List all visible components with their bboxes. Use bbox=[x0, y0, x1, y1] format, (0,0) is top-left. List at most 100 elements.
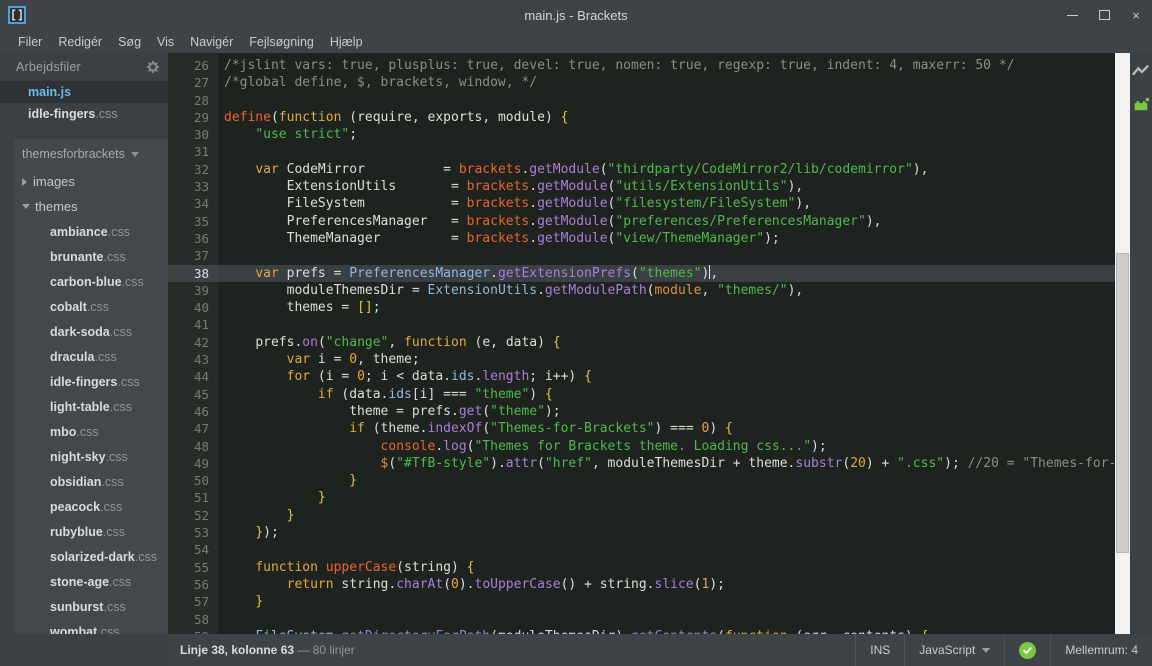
tree-file-item[interactable]: ambiance .css bbox=[14, 219, 168, 244]
code-token: { bbox=[724, 421, 733, 437]
code-line[interactable]: prefs.on("change", function (e, data) { bbox=[218, 334, 1130, 351]
code-line[interactable] bbox=[218, 316, 1130, 333]
code-token: ; i++) bbox=[529, 369, 585, 385]
tree-file-item[interactable]: rubyblue .css bbox=[14, 519, 168, 544]
tree-file-item[interactable]: dark-soda .css bbox=[14, 319, 168, 344]
close-button[interactable]: × bbox=[1120, 0, 1152, 30]
code-line[interactable]: if (theme.indexOf("Themes-for-Brackets")… bbox=[218, 420, 1130, 437]
code-line[interactable]: theme = prefs.get("theme"); bbox=[218, 403, 1130, 420]
menu-item-filer[interactable]: Filer bbox=[10, 32, 50, 52]
code-token: { bbox=[560, 109, 569, 125]
tree-file-item[interactable]: solarized-dark .css bbox=[14, 544, 168, 569]
code-line[interactable]: ThemeManager = brackets.getModule("view/… bbox=[218, 230, 1130, 247]
code-line[interactable]: /*jslint vars: true, plusplus: true, dev… bbox=[218, 57, 1130, 74]
tree-file-item[interactable]: carbon-blue .css bbox=[14, 269, 168, 294]
code-line[interactable]: var prefs = PreferencesManager.getExtens… bbox=[218, 264, 1130, 282]
code-line[interactable]: PreferencesManager = brackets.getModule(… bbox=[218, 213, 1130, 230]
code-line[interactable]: for (i = 0; i < data.ids.length; i++) { bbox=[218, 368, 1130, 385]
code-line[interactable]: ExtensionUtils = brackets.getModule("uti… bbox=[218, 178, 1130, 195]
menu-item-fejlsøgning[interactable]: Fejlsøgning bbox=[241, 32, 322, 52]
code-line[interactable]: FileSystem = brackets.getModule("filesys… bbox=[218, 195, 1130, 212]
code-line[interactable] bbox=[218, 247, 1130, 264]
line-number: 47 bbox=[193, 421, 209, 437]
editor-vertical-scrollbar[interactable] bbox=[1115, 53, 1130, 634]
code-token: "view/ThemeManager" bbox=[615, 230, 765, 246]
tree-file-item[interactable]: night-sky .css bbox=[14, 444, 168, 469]
code-line[interactable]: "use strict"; bbox=[218, 126, 1130, 143]
code-line[interactable]: var CodeMirror = brackets.getModule("thi… bbox=[218, 161, 1130, 178]
indent-setting[interactable]: Mellemrum: 4 bbox=[1050, 634, 1152, 666]
code-token: ( bbox=[482, 421, 491, 437]
code-line[interactable]: return string.charAt(0).toUpperCase() + … bbox=[218, 576, 1130, 593]
tree-file-item[interactable]: wombat .css bbox=[14, 619, 168, 635]
insert-mode-indicator[interactable]: INS bbox=[855, 634, 904, 666]
chevron-right-icon[interactable] bbox=[22, 177, 27, 186]
minimize-button[interactable] bbox=[1056, 0, 1088, 30]
code-line[interactable]: themes = []; bbox=[218, 299, 1130, 316]
working-files-list: main.js idle-fingers .css bbox=[0, 81, 168, 129]
code-token: "Themes-for-Brackets" bbox=[490, 421, 655, 437]
tree-file-item[interactable]: idle-fingers .css bbox=[14, 369, 168, 394]
code-line[interactable] bbox=[218, 541, 1130, 558]
code-line[interactable]: /*global define, $, brackets, window, */ bbox=[218, 74, 1130, 91]
code-line[interactable] bbox=[218, 92, 1130, 109]
sidebar: Arbejdsfiler main.js idle-fingers .css the… bbox=[0, 53, 168, 634]
line-number: 32 bbox=[193, 161, 209, 177]
line-number: 27 bbox=[193, 75, 209, 91]
code-text[interactable]: /*jslint vars: true, plusplus: true, dev… bbox=[218, 53, 1130, 634]
line-number: 48 bbox=[193, 438, 209, 454]
menu-item-hjælp[interactable]: Hjælp bbox=[322, 32, 371, 52]
code-token: (i = bbox=[310, 369, 358, 385]
code-line[interactable]: } bbox=[218, 489, 1130, 506]
tree-file-item[interactable]: mbo .css bbox=[14, 419, 168, 444]
tree-folder-images[interactable]: images bbox=[14, 169, 168, 194]
menu-item-redigér[interactable]: Redigér bbox=[50, 32, 110, 52]
code-line[interactable]: if (data.ids[i] === "theme") { bbox=[218, 386, 1130, 403]
file-extension: .css bbox=[94, 349, 117, 364]
code-line[interactable]: $("#TfB-style").attr("href", moduleTheme… bbox=[218, 455, 1130, 472]
tree-file-item[interactable]: cobalt .css bbox=[14, 294, 168, 319]
tree-file-item[interactable]: obsidian .css bbox=[14, 469, 168, 494]
code-line[interactable]: console.log("Themes for Brackets theme. … bbox=[218, 438, 1130, 455]
code-token: ( bbox=[537, 455, 545, 471]
language-selector[interactable]: JavaScript bbox=[904, 634, 1004, 666]
code-token: , moduleThemesDir + theme. bbox=[591, 455, 796, 471]
working-file-item[interactable]: idle-fingers .css bbox=[0, 103, 168, 125]
menu-item-vis[interactable]: Vis bbox=[149, 32, 182, 52]
tree-folder-themes[interactable]: themes bbox=[14, 194, 168, 219]
working-file-item[interactable]: main.js bbox=[0, 81, 168, 103]
code-line[interactable]: } bbox=[218, 593, 1130, 610]
cursor-position-main: Linje 38, kolonne 63 bbox=[180, 643, 295, 657]
code-line[interactable]: }); bbox=[218, 524, 1130, 541]
gear-icon[interactable] bbox=[146, 60, 160, 74]
code-token: ), bbox=[787, 179, 804, 195]
lint-status[interactable] bbox=[1004, 634, 1050, 666]
code-line[interactable]: } bbox=[218, 507, 1130, 524]
tree-file-item[interactable]: peacock .css bbox=[14, 494, 168, 519]
project-header[interactable]: themesforbrackets bbox=[14, 139, 168, 169]
menu-item-navigér[interactable]: Navigér bbox=[182, 32, 241, 52]
code-line[interactable]: function upperCase(string) { bbox=[218, 559, 1130, 576]
tree-file-item[interactable]: light-table .css bbox=[14, 394, 168, 419]
tree-file-item[interactable]: sunburst .css bbox=[14, 594, 168, 619]
code-token: ) + bbox=[865, 455, 898, 471]
code-line[interactable]: var i = 0, theme; bbox=[218, 351, 1130, 368]
extension-manager-icon[interactable] bbox=[1132, 95, 1150, 113]
code-line[interactable]: moduleThemesDir = ExtensionUtils.getModu… bbox=[218, 282, 1130, 299]
chevron-down-icon[interactable] bbox=[22, 204, 30, 209]
tree-file-item[interactable]: stone-age .css bbox=[14, 569, 168, 594]
code-line[interactable]: } bbox=[218, 472, 1130, 489]
scrollbar-thumb[interactable] bbox=[1116, 253, 1129, 553]
code-token: ); bbox=[764, 230, 780, 246]
code-line[interactable]: define(function (require, exports, modul… bbox=[218, 109, 1130, 126]
code-line[interactable] bbox=[218, 143, 1130, 160]
maximize-button[interactable] bbox=[1088, 0, 1120, 30]
live-preview-icon[interactable] bbox=[1132, 63, 1150, 81]
tree-file-item[interactable]: brunante .css bbox=[14, 244, 168, 269]
code-token: "change" bbox=[325, 334, 389, 350]
tree-file-item[interactable]: dracula .css bbox=[14, 344, 168, 369]
menu-item-søg[interactable]: Søg bbox=[110, 32, 149, 52]
code-editor[interactable]: 26 27 28 29 30 31 32 33 34 35 36 37 38 39 40 41 42 43 44 45… bbox=[168, 53, 1130, 634]
code-line[interactable] bbox=[218, 611, 1130, 628]
